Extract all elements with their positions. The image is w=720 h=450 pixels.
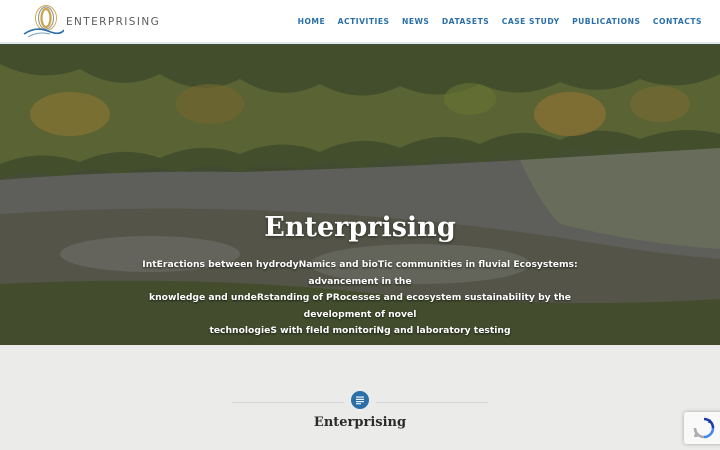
- main-nav: HOME ACTIVITIES NEWS DATASETS CASE STUDY…: [285, 17, 702, 26]
- recaptcha-icon: [693, 417, 715, 439]
- divider-left: [232, 402, 344, 403]
- nav-contacts[interactable]: CONTACTS: [653, 17, 702, 26]
- text-lines-icon: [351, 391, 369, 409]
- section-title: Enterprising: [313, 415, 407, 430]
- nav-activities[interactable]: ACTIVITIES: [338, 17, 390, 26]
- nav-publications[interactable]: PUBLICATIONS: [572, 17, 640, 26]
- nav-news[interactable]: NEWS: [402, 17, 429, 26]
- site-header: ENTERPRISING HOME ACTIVITIES NEWS DATASE…: [0, 0, 720, 44]
- hero-banner: Enterprising IntEractions between hydrod…: [0, 44, 720, 345]
- divider-right: [376, 402, 488, 403]
- nav-home[interactable]: HOME: [298, 17, 326, 26]
- hero-title: Enterprising: [264, 212, 456, 243]
- hero-subtitle-line-2: knowledge and undeRstanding of PRocesses…: [149, 292, 571, 320]
- hero-subtitle-line-1: IntEractions between hydrodyNamics and b…: [142, 259, 578, 287]
- intro-section: Enterprising: [0, 345, 720, 450]
- logo-wordmark: ENTERPRISING: [66, 16, 161, 28]
- nav-case-study[interactable]: CASE STUDY: [502, 17, 560, 26]
- hero-subtitle: IntEractions between hydrodyNamics and b…: [120, 257, 600, 340]
- nav-datasets[interactable]: DATASETS: [442, 17, 489, 26]
- recaptcha-badge[interactable]: [684, 412, 720, 444]
- site-logo[interactable]: ENTERPRISING: [22, 0, 160, 43]
- hero-subtitle-line-3: technologieS with fIeld monitoriNg and l…: [209, 325, 511, 336]
- logo-icon: [22, 4, 65, 38]
